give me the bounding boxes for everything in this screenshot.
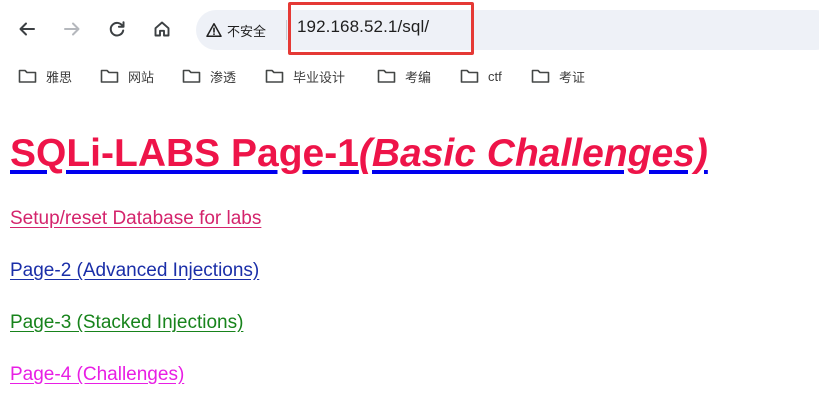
bookmark-folder-pentest[interactable]: 渗透	[182, 66, 236, 86]
folder-icon	[265, 69, 284, 83]
bookmark-label: 雅思	[46, 69, 73, 85]
page-title-main: SQLi-LABS Page-1	[10, 132, 359, 175]
back-arrow-icon	[19, 22, 35, 36]
bookmarks-bar: 雅思 网站 渗透 毕业设计 考编 ctf 考证	[0, 58, 819, 94]
bookmark-folder-websites[interactable]: 网站	[100, 66, 154, 86]
setup-database-link[interactable]: Setup/reset Database for labs	[10, 208, 261, 230]
forward-arrow-icon	[64, 22, 80, 36]
bookmark-label: 渗透	[210, 69, 237, 85]
page-title-link[interactable]: SQLi-LABS Page-1(Basic Challenges)	[10, 128, 708, 180]
forward-button[interactable]	[58, 15, 86, 43]
bookmark-folder-ctf[interactable]: ctf	[460, 66, 502, 86]
bookmark-label: 毕业设计	[293, 69, 346, 85]
folder-icon	[531, 69, 550, 83]
security-label: 不安全	[227, 23, 267, 39]
page-2-link[interactable]: Page-2 (Advanced Injections)	[10, 260, 259, 282]
bookmark-label: 网站	[128, 69, 155, 85]
page-title-subtitle: (Basic Challenges)	[358, 132, 708, 175]
bookmark-label: 考证	[559, 69, 586, 85]
browser-toolbar: 不安全 192.168.52.1/sql/	[0, 0, 819, 58]
folder-icon	[377, 69, 396, 83]
bookmark-folder-certification[interactable]: 考证	[531, 66, 585, 86]
bookmark-label: 考编	[405, 69, 432, 85]
bookmark-folder-ielts[interactable]: 雅思	[18, 66, 72, 86]
back-button[interactable]	[13, 15, 41, 43]
warning-triangle-icon	[206, 23, 222, 37]
folder-icon	[182, 69, 201, 83]
security-indicator[interactable]: 不安全	[206, 19, 266, 41]
reload-icon	[109, 21, 125, 37]
bookmark-folder-thesis[interactable]: 毕业设计	[265, 66, 345, 86]
bookmark-folder-exam[interactable]: 考编	[377, 66, 431, 86]
omnibox-divider	[286, 20, 287, 40]
folder-icon	[100, 69, 119, 83]
bookmark-label: ctf	[488, 68, 502, 84]
home-icon	[154, 21, 170, 37]
home-button[interactable]	[148, 15, 176, 43]
page-3-link[interactable]: Page-3 (Stacked Injections)	[10, 312, 243, 334]
reload-button[interactable]	[103, 15, 131, 43]
folder-icon	[460, 69, 479, 83]
folder-icon	[18, 69, 37, 83]
url-highlight-box	[288, 2, 474, 55]
page-4-link[interactable]: Page-4 (Challenges)	[10, 364, 184, 386]
